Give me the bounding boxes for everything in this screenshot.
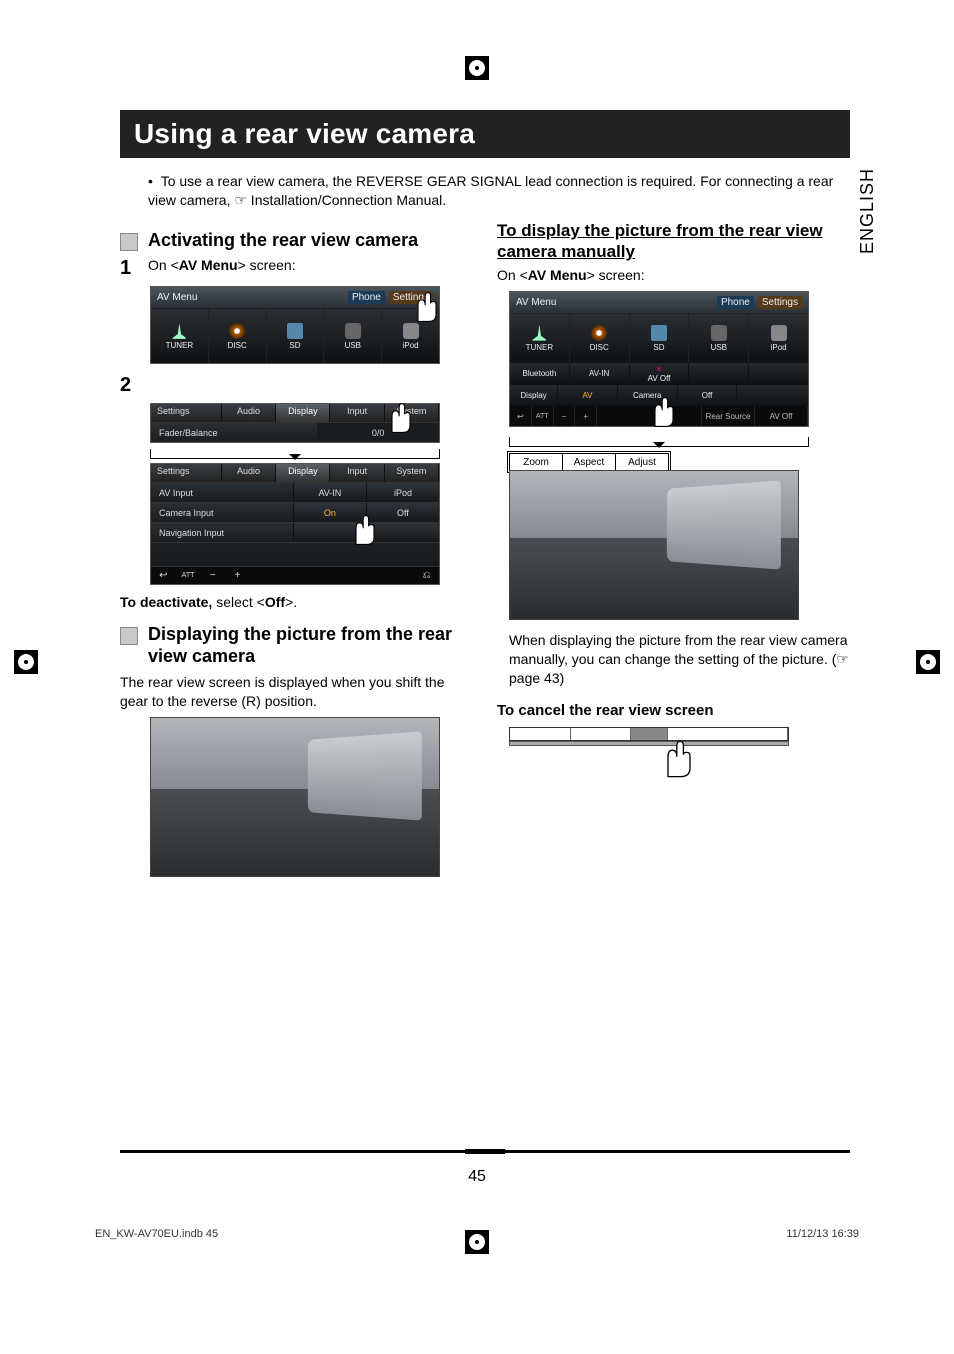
rear-camera-screenshot: [150, 717, 440, 877]
source-disc[interactable]: DISC: [570, 314, 630, 362]
avmenu-screenshot: AV Menu Phone Settings TUNER DISC SD USB…: [150, 286, 440, 364]
flow-arrow-icon: [150, 449, 440, 459]
fader-balance-value: 0/0: [317, 423, 439, 442]
tab-audio[interactable]: Audio: [222, 464, 276, 482]
usb-icon: [711, 325, 727, 341]
tab-audio[interactable]: Audio: [222, 404, 276, 422]
display-off[interactable]: Off: [678, 385, 738, 406]
avoff-button[interactable]: AV Off: [755, 406, 808, 426]
step-1-number: 1: [120, 257, 134, 280]
pointing-hand-icon: [646, 394, 682, 430]
source-bluetooth[interactable]: Bluetooth: [510, 363, 570, 384]
tab-display[interactable]: Display: [276, 404, 330, 422]
display-av[interactable]: AV: [558, 385, 618, 406]
pointing-hand-icon: [347, 512, 383, 548]
page-number: 45: [0, 1168, 954, 1186]
settings-title: Settings: [151, 404, 222, 422]
footer-filename: EN_KW-AV70EU.indb 45: [95, 1228, 218, 1240]
settings-button[interactable]: Settings: [758, 296, 802, 309]
cancel-heading: To cancel the rear view screen: [497, 702, 850, 719]
av-input-ipod[interactable]: iPod: [366, 483, 439, 502]
source-tuner[interactable]: TUNER: [510, 314, 570, 362]
avmenu-title: AV Menu: [157, 292, 197, 303]
sd-icon: [651, 325, 667, 341]
source-ipod[interactable]: iPod: [749, 314, 808, 362]
disc-icon: [229, 323, 245, 339]
phone-button[interactable]: Phone: [717, 296, 754, 309]
camera-input-label: Camera Input: [151, 503, 293, 522]
ipod-icon: [771, 325, 787, 341]
disc-icon: [591, 325, 607, 341]
pointing-hand-icon: [383, 400, 419, 436]
registration-mark: [465, 56, 489, 80]
registration-mark: [465, 1230, 489, 1254]
avmenu-title: AV Menu: [516, 297, 556, 308]
phone-button[interactable]: Phone: [348, 291, 385, 304]
adjust-button[interactable]: Adjust: [616, 454, 668, 470]
fader-balance-label[interactable]: Fader/Balance: [151, 423, 317, 442]
section-activate-title: Activating the rear view camera: [148, 230, 418, 252]
tab-display[interactable]: Display: [276, 464, 330, 482]
aspect-button[interactable]: Aspect: [563, 454, 616, 470]
display-row-label: Display: [510, 385, 558, 406]
intro-bullet: • To use a rear view camera, the REVERSE…: [148, 172, 850, 210]
step-1-text: On <AV Menu> screen:: [148, 257, 296, 273]
pointing-hand-icon: [657, 737, 701, 781]
right-body-text: When displaying the picture from the rea…: [509, 631, 850, 688]
settings-screenshot-1: Settings Audio Display Input System Fade…: [150, 403, 440, 443]
tower-icon: [531, 325, 547, 341]
language-tab: ENGLISH: [857, 168, 878, 254]
page-title: Using a rear view camera: [120, 110, 850, 158]
section-marker-icon: [120, 233, 138, 251]
tab-input[interactable]: Input: [330, 404, 384, 422]
flow-arrow-icon: [509, 437, 809, 447]
navigation-input-label: Navigation Input: [151, 523, 293, 542]
tab-input[interactable]: Input: [330, 464, 384, 482]
source-disc[interactable]: DISC: [209, 309, 267, 363]
page-content: Using a rear view camera • To use a rear…: [120, 110, 850, 885]
av-input-label: AV Input: [151, 483, 293, 502]
left-column: Activating the rear view camera 1 On <AV…: [120, 220, 473, 885]
right-on-text: On <AV Menu> screen:: [497, 266, 850, 285]
tab-system[interactable]: System: [385, 464, 439, 482]
source-avoff[interactable]: ✕AV Off: [630, 363, 690, 384]
page-footer-rule: [120, 1150, 850, 1153]
right-column: To display the picture from the rear vie…: [497, 220, 850, 885]
footer-timestamp: 11/12/13 16:39: [786, 1228, 859, 1240]
source-usb[interactable]: USB: [689, 314, 749, 362]
settings-title: Settings: [151, 464, 222, 482]
rear-camera-adjust-screenshot: Zoom Aspect Adjust: [509, 453, 799, 623]
av-input-avin[interactable]: AV-IN: [293, 483, 366, 502]
parked-car-graphic: [667, 481, 781, 570]
rear-source-button[interactable]: Rear Source: [702, 406, 755, 426]
settings-screenshot-2: Settings Audio Display Input System AV I…: [150, 463, 440, 585]
avmenu-full-screenshot: AV Menu Phone Settings TUNER DISC SD USB…: [509, 291, 809, 427]
zoom-button[interactable]: Zoom: [510, 454, 563, 470]
pointing-hand-icon: [409, 289, 445, 325]
deactivate-note: To deactivate, select <Off>.: [120, 593, 473, 612]
source-usb[interactable]: USB: [324, 309, 382, 363]
step-2-number: 2: [120, 374, 134, 397]
tower-icon: [171, 323, 187, 339]
source-sd[interactable]: SD: [267, 309, 325, 363]
parked-car-graphic: [308, 732, 422, 821]
source-avin[interactable]: AV-IN: [570, 363, 630, 384]
usb-icon: [345, 323, 361, 339]
registration-mark: [916, 650, 940, 674]
section-display-title: Displaying the picture from the rear vie…: [148, 624, 473, 667]
registration-mark: [14, 650, 38, 674]
display-body-text: The rear view screen is displayed when y…: [120, 673, 473, 711]
intro-text: To use a rear view camera, the REVERSE G…: [148, 173, 833, 208]
right-heading: To display the picture from the rear vie…: [497, 220, 850, 263]
sd-icon: [287, 323, 303, 339]
section-marker-icon: [120, 627, 138, 645]
source-sd[interactable]: SD: [630, 314, 690, 362]
source-tuner[interactable]: TUNER: [151, 309, 209, 363]
cancel-screenshot: [509, 727, 789, 789]
